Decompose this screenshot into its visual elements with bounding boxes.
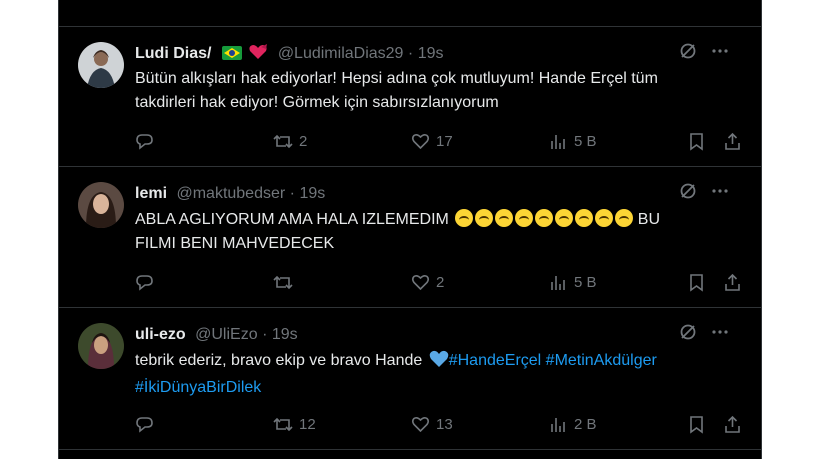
- timestamp[interactable]: 19s: [418, 45, 444, 62]
- display-name[interactable]: uli-ezo: [135, 326, 186, 343]
- reply-icon: [136, 274, 153, 291]
- view-count: 5 B: [574, 132, 597, 150]
- separator-dot: ·: [407, 45, 414, 62]
- reply-button[interactable]: [135, 272, 154, 292]
- analytics-icon: [551, 275, 565, 290]
- grok-icon[interactable]: [679, 182, 697, 206]
- grok-icon[interactable]: [679, 42, 697, 66]
- retweet-button[interactable]: 2: [273, 131, 307, 151]
- retweet-icon: [273, 275, 293, 289]
- bookmark-icon: [690, 415, 703, 434]
- tweet-card[interactable]: Ludi Dias/ @LudimilaDias29 · 19s Bütün a…: [59, 27, 761, 167]
- views-button[interactable]: 5 B: [549, 272, 597, 292]
- retweet-count: 12: [299, 415, 316, 433]
- user-handle[interactable]: @UliEzo: [195, 326, 257, 343]
- view-count: 2 B: [574, 415, 597, 433]
- share-icon: [725, 415, 740, 433]
- bookmark-icon: [690, 132, 703, 151]
- retweet-button[interactable]: [273, 272, 299, 292]
- reply-button[interactable]: [135, 414, 154, 434]
- views-button[interactable]: 2 B: [549, 414, 597, 434]
- views-button[interactable]: 5 B: [549, 131, 597, 151]
- retweet-icon: [273, 134, 293, 148]
- tweet-text: ABLA AGLIYORUM AMA HALA IZLEMEDIM BU FIL…: [135, 208, 731, 256]
- timestamp[interactable]: 19s: [272, 326, 298, 343]
- retweet-button[interactable]: 12: [273, 414, 316, 434]
- brazil-flag-icon: [221, 46, 242, 66]
- hashtag-link[interactable]: #İkiDünyaBirDilek: [135, 379, 261, 396]
- tweet-text-line: takdirleri hak ediyor! Görmek için sabır…: [135, 94, 499, 111]
- heart-icon: [411, 133, 430, 149]
- share-icon: [725, 273, 740, 291]
- retweet-count: 2: [299, 132, 308, 150]
- display-name[interactable]: lemi: [135, 185, 167, 202]
- share-icon: [725, 132, 740, 150]
- bookmark-button[interactable]: [687, 414, 706, 434]
- like-button[interactable]: 17: [411, 131, 453, 151]
- tweet-text: Bütün alkışları hak ediyorlar! Hepsi adı…: [135, 67, 731, 115]
- user-handle[interactable]: @LudimilaDias29: [278, 45, 404, 62]
- more-options-icon[interactable]: [711, 323, 729, 347]
- analytics-icon: [551, 134, 565, 149]
- more-options-icon[interactable]: [711, 42, 729, 66]
- like-button[interactable]: 2: [411, 272, 444, 292]
- heart-ribbon-icon: [248, 44, 268, 66]
- share-button[interactable]: [723, 414, 742, 434]
- hashtag-link[interactable]: #HandeErçel: [449, 352, 542, 369]
- action-bar: 12 13 2 B: [135, 414, 743, 434]
- tweet-text-line: ABLA AGLIYORUM AMA HALA IZLEMEDIM BU: [135, 208, 731, 232]
- like-button[interactable]: 13: [411, 414, 453, 434]
- more-options-icon[interactable]: [711, 182, 729, 206]
- tweet-text-segment: tebrik ederiz, bravo ekip ve bravo Hande: [135, 352, 423, 369]
- hashtag-link[interactable]: #MetinAkdülger: [546, 352, 657, 369]
- heart-icon: [411, 416, 430, 432]
- heart-icon: [411, 274, 430, 290]
- reply-icon: [136, 416, 153, 433]
- tweet-card[interactable]: uli-ezo @UliEzo · 19s tebrik ederiz, bra…: [59, 308, 761, 450]
- tweet-text-line: FILMI BENI MAHVEDECEK: [135, 235, 335, 252]
- timeline: Ludi Dias/ @LudimilaDias29 · 19s Bütün a…: [58, 0, 762, 459]
- tweet-text-line: tebrik ederiz, bravo ekip ve bravo Hande…: [135, 349, 731, 376]
- crying-face-icon: [453, 209, 634, 228]
- grok-icon[interactable]: [679, 323, 697, 347]
- previous-tweet[interactable]: [59, 0, 761, 27]
- like-count: 13: [436, 415, 453, 433]
- reply-icon: [136, 133, 153, 150]
- action-bar: 2 17 5 B: [135, 131, 743, 151]
- retweet-icon: [273, 417, 293, 431]
- tweet-text-segment: ABLA AGLIYORUM AMA HALA IZLEMEDIM: [135, 211, 449, 228]
- like-count: 2: [436, 273, 445, 291]
- avatar[interactable]: [78, 182, 124, 228]
- display-name[interactable]: Ludi Dias/: [135, 45, 211, 62]
- avatar[interactable]: [78, 323, 124, 369]
- reply-button[interactable]: [135, 131, 154, 151]
- blue-heart-icon: [429, 350, 449, 376]
- analytics-icon: [551, 417, 565, 432]
- separator-dot: ·: [289, 185, 295, 202]
- timestamp[interactable]: 19s: [299, 185, 325, 202]
- action-bar: 2 5 B: [135, 272, 743, 292]
- user-handle[interactable]: @maktubedser: [176, 185, 285, 202]
- tweet-text: tebrik ederiz, bravo ekip ve bravo Hande…: [135, 349, 731, 400]
- tweet-text-line: Bütün alkışları hak ediyorlar! Hepsi adı…: [135, 70, 658, 87]
- tweet-text-segment: BU: [637, 211, 661, 228]
- view-count: 5 B: [574, 273, 597, 291]
- bookmark-button[interactable]: [687, 131, 706, 151]
- tweet-card[interactable]: lemi @maktubedser · 19s ABLA AGLIYORUM A…: [59, 167, 761, 308]
- share-button[interactable]: [723, 131, 742, 151]
- avatar[interactable]: [78, 42, 124, 88]
- like-count: 17: [436, 132, 453, 150]
- bookmark-button[interactable]: [687, 272, 706, 292]
- separator-dot: ·: [262, 326, 268, 343]
- share-button[interactable]: [723, 272, 742, 292]
- bookmark-icon: [690, 273, 703, 292]
